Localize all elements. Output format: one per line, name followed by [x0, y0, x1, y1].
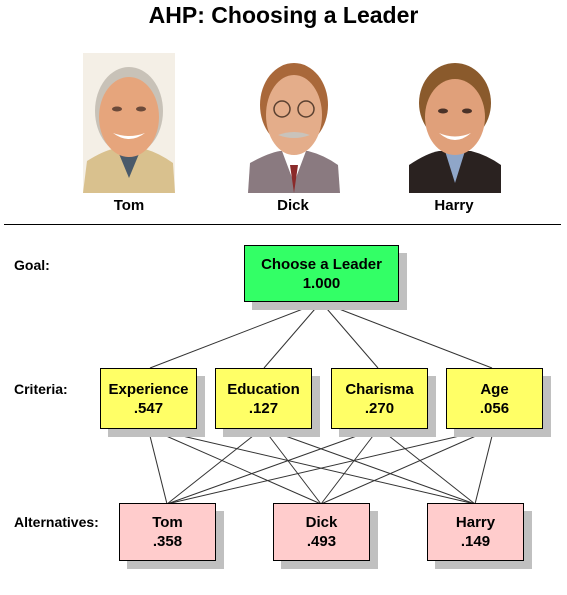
criterion-node-age: Age .056: [446, 368, 543, 429]
criterion-label: Age: [480, 380, 509, 398]
criterion-priority: .270: [364, 399, 395, 417]
alternative-label: Tom: [152, 514, 183, 531]
link-experience-tom: [147, 427, 168, 505]
criterion-label: Education: [227, 380, 300, 398]
goal-priority: 1.000: [302, 274, 341, 292]
alternative-label: Harry: [455, 514, 496, 531]
alternative-priority: .149: [460, 533, 491, 550]
criterion-label: Charisma: [345, 380, 414, 398]
criterion-node-experience: Experience .547: [100, 368, 197, 429]
criterion-label: Experience: [108, 380, 189, 398]
alternative-priority: .493: [306, 533, 337, 550]
link-age-harry: [474, 427, 495, 505]
criterion-node-charisma: Charisma .270: [331, 368, 428, 429]
criterion-priority: .547: [133, 399, 164, 417]
alternative-priority: .358: [152, 533, 183, 550]
alternative-node-dick: Dick .493: [273, 503, 370, 561]
goal-node: Choose a Leader 1.000: [244, 245, 399, 302]
criterion-node-education: Education .127: [215, 368, 312, 429]
criterion-priority: .127: [248, 399, 279, 417]
link-goal-education: [263, 301, 322, 369]
link-experience-harry: [147, 427, 476, 505]
alternative-node-harry: Harry .149: [427, 503, 524, 561]
goal-label: Choose a Leader: [261, 255, 382, 273]
link-goal-experience: [149, 301, 322, 369]
alternative-node-tom: Tom .358: [119, 503, 216, 561]
criterion-priority: .056: [479, 399, 510, 417]
alternative-label: Dick: [305, 514, 338, 531]
link-goal-age: [320, 301, 493, 369]
link-goal-charisma: [320, 301, 379, 369]
link-age-tom: [166, 427, 495, 505]
